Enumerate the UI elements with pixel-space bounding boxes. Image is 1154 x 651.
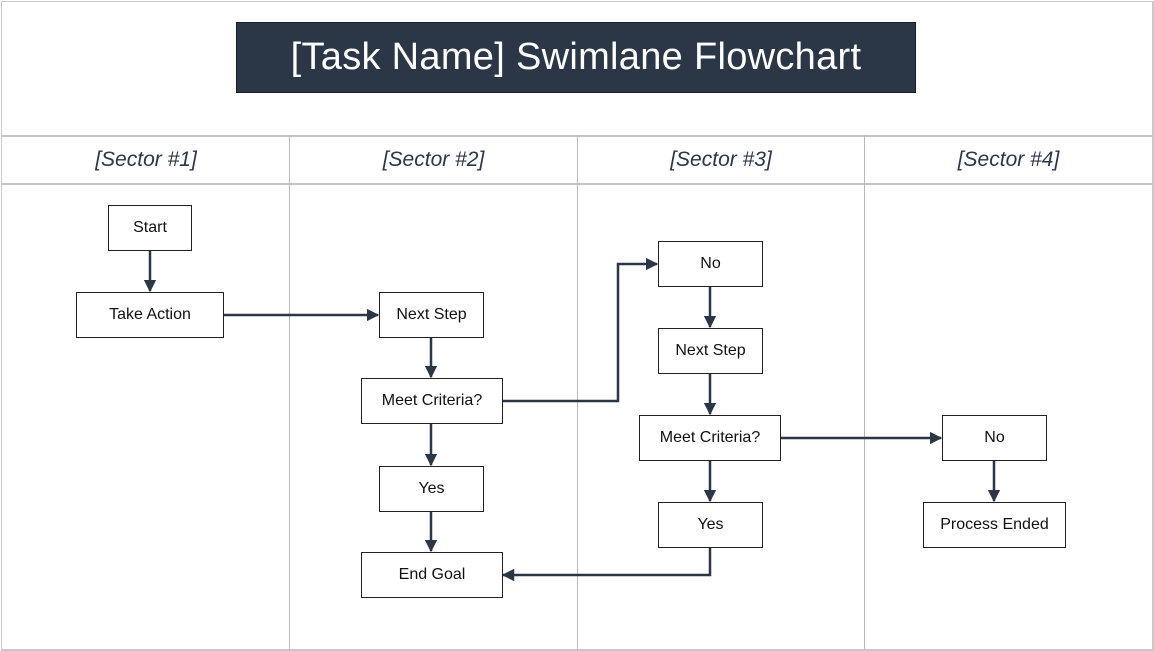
title-banner: [Task Name] Swimlane Flowchart [236, 22, 916, 93]
diagram-title: [Task Name] Swimlane Flowchart [290, 36, 862, 78]
lane-divider [289, 135, 290, 649]
node-end-goal[interactable]: End Goal [361, 552, 503, 598]
lane-divider [864, 135, 865, 649]
node-start[interactable]: Start [108, 205, 192, 251]
node-yes-sector-2[interactable]: Yes [379, 466, 484, 512]
node-next-step-sector-3[interactable]: Next Step [658, 328, 763, 374]
lane-divider [577, 135, 578, 649]
lane-header-sector-3: [Sector #3] [670, 148, 772, 171]
lane-header-sector-1: [Sector #1] [95, 148, 197, 171]
node-yes-sector-3[interactable]: Yes [658, 502, 763, 548]
node-take-action[interactable]: Take Action [76, 292, 224, 338]
node-meet-criteria-sector-2[interactable]: Meet Criteria? [361, 378, 503, 424]
node-process-ended[interactable]: Process Ended [923, 502, 1066, 548]
node-meet-criteria-sector-3[interactable]: Meet Criteria? [639, 415, 781, 461]
node-next-step-sector-2[interactable]: Next Step [379, 292, 484, 338]
node-no-sector-3[interactable]: No [658, 241, 763, 287]
lane-header-sector-4: [Sector #4] [957, 148, 1060, 171]
lane-header-sector-2: [Sector #2] [382, 148, 485, 171]
node-no-sector-4[interactable]: No [942, 415, 1047, 461]
